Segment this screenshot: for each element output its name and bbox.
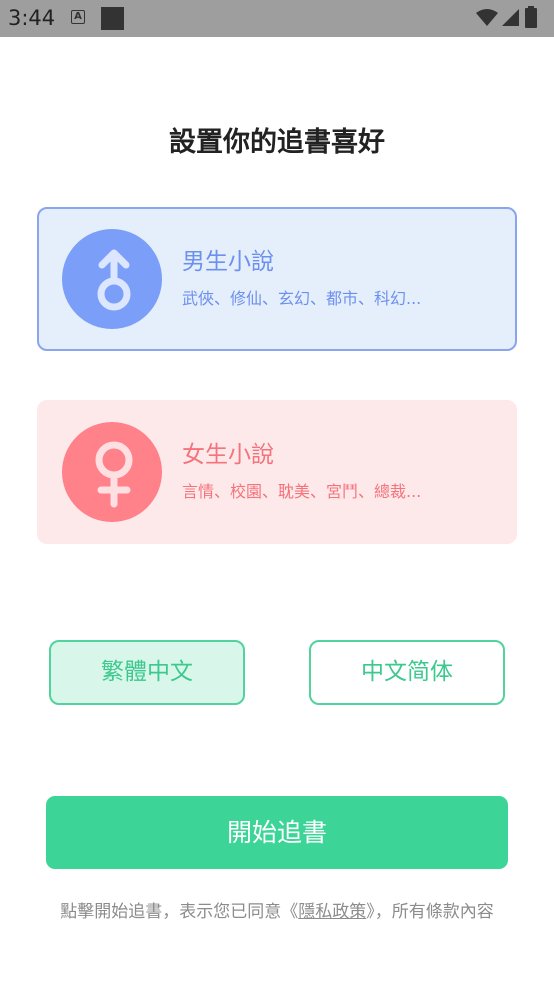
male-card-tags: 武俠、修仙、玄幻、都市、科幻... <box>182 289 422 308</box>
female-symbol-icon <box>95 441 133 508</box>
female-card-title: 女生小說 <box>182 442 274 468</box>
female-card-tags: 言情、校園、耽美、宮鬥、總裁... <box>182 482 422 501</box>
a-notification-icon: A <box>71 10 85 24</box>
traditional-chinese-button[interactable]: 繁體中文 <box>49 640 245 705</box>
footer-agreement: 點擊開始追書，表示您已同意《隱私政策》，所有條款內容 <box>0 897 554 922</box>
privacy-policy-link[interactable]: 隱私政策 <box>298 902 366 922</box>
female-icon-circle <box>62 422 162 522</box>
male-novel-card[interactable]: 男生小說 武俠、修仙、玄幻、都市、科幻... <box>37 207 517 351</box>
male-icon-circle <box>62 229 162 329</box>
female-novel-card[interactable]: 女生小說 言情、校園、耽美、宮鬥、總裁... <box>37 400 517 544</box>
status-time: 3:44 <box>8 6 56 30</box>
male-card-title: 男生小說 <box>182 249 274 275</box>
square-notification-icon <box>101 7 124 30</box>
male-symbol-icon <box>97 249 131 311</box>
footer-prefix: 點擊開始追書，表示您已同意《 <box>60 902 299 922</box>
battery-icon <box>525 6 537 28</box>
signal-icon <box>502 9 519 26</box>
simplified-chinese-button[interactable]: 中文简体 <box>309 640 505 705</box>
start-reading-button[interactable]: 開始追書 <box>46 796 508 869</box>
footer-suffix: 》，所有條款內容 <box>366 902 494 922</box>
status-bar: 3:44 A <box>0 0 554 37</box>
wifi-icon <box>476 9 498 26</box>
page-title: 設置你的追書喜好 <box>169 127 385 158</box>
